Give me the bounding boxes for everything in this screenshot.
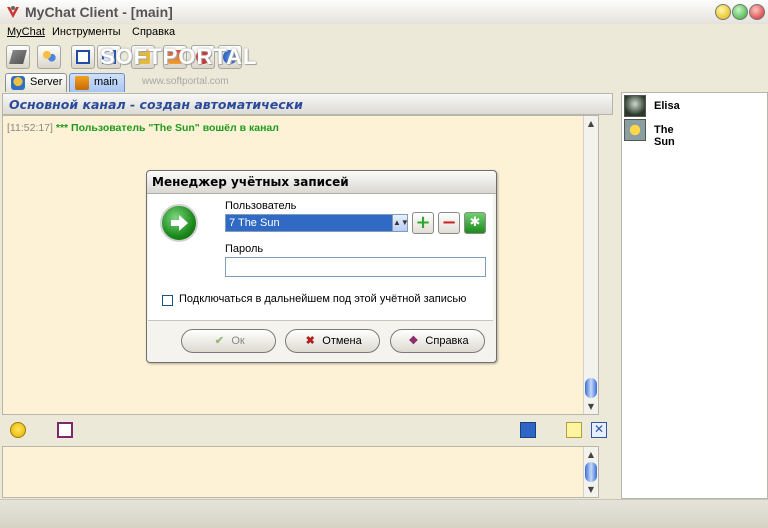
save-icon[interactable] bbox=[520, 422, 536, 438]
new-document-icon[interactable] bbox=[566, 422, 582, 438]
title-bar: MyChat Client - [main] bbox=[0, 0, 768, 25]
watermark-url: www.softportal.com bbox=[142, 76, 229, 87]
message-input[interactable]: ▲ ▼ bbox=[2, 446, 599, 498]
channel-header: Основной канал - создан автоматически bbox=[2, 93, 613, 115]
book-icon[interactable] bbox=[57, 422, 73, 438]
user-name: Elisa bbox=[654, 100, 680, 112]
chevron-down-icon[interactable]: ▲▼ bbox=[392, 215, 409, 231]
tab-main[interactable]: main bbox=[69, 73, 125, 92]
avatar bbox=[624, 119, 646, 141]
input-toolbar: ✕ bbox=[2, 417, 613, 445]
checkmark-icon: ✔ bbox=[214, 335, 224, 347]
ok-button[interactable]: ✔ Ок bbox=[181, 329, 276, 353]
message-text: *** Пользователь "The Sun" вошёл в канал bbox=[55, 122, 279, 134]
dialog-title-bar: Менеджер учётных записей bbox=[147, 171, 496, 194]
menu-tools[interactable]: Инструменты bbox=[52, 26, 121, 38]
chat-message: [11:52:17] *** Пользователь "The Sun" во… bbox=[7, 122, 279, 134]
scroll-thumb[interactable] bbox=[585, 378, 597, 398]
users-icon bbox=[42, 50, 56, 64]
input-scrollbar[interactable]: ▲ ▼ bbox=[583, 447, 598, 497]
status-bar bbox=[0, 499, 768, 528]
scroll-up-icon[interactable]: ▲ bbox=[585, 117, 597, 130]
dialog-body: Пользователь 7 The Sun ▲▼ + − ✱ Пароль П… bbox=[148, 194, 493, 321]
user-select-value: 7 The Sun bbox=[229, 217, 280, 229]
settings-gear-icon: ✱ bbox=[469, 215, 481, 230]
edit-user-button[interactable]: ✱ bbox=[464, 212, 486, 234]
server-icon bbox=[11, 76, 25, 90]
window-title: MyChat Client - [main] bbox=[25, 4, 173, 20]
channel-topic: Основной канал - создан автоматически bbox=[9, 97, 303, 112]
password-field[interactable] bbox=[225, 257, 486, 277]
minus-icon: − bbox=[441, 212, 457, 233]
tab-server[interactable]: Server bbox=[5, 73, 67, 92]
remember-label: Подключаться в дальнейшем под этой учётн… bbox=[179, 293, 467, 305]
plus-icon: + bbox=[415, 212, 431, 233]
password-label: Пароль bbox=[225, 243, 264, 255]
cross-icon: ✖ bbox=[305, 335, 315, 347]
remove-user-button[interactable]: − bbox=[438, 212, 460, 234]
scroll-down-icon[interactable]: ▼ bbox=[585, 483, 597, 496]
window-button[interactable] bbox=[71, 45, 95, 69]
cancel-button-label: Отмена bbox=[322, 335, 362, 347]
dialog-title: Менеджер учётных записей bbox=[152, 175, 349, 189]
account-manager-dialog: Менеджер учётных записей Пользователь 7 … bbox=[146, 170, 497, 363]
users-button[interactable] bbox=[37, 45, 61, 69]
menu-mychat[interactable]: MyChat bbox=[7, 26, 45, 38]
menu-bar: MyChat Инструменты Справка bbox=[0, 24, 768, 42]
mychat-app-icon bbox=[7, 6, 19, 18]
user-list: Elisa The Sun bbox=[621, 92, 768, 499]
add-user-button[interactable]: + bbox=[412, 212, 434, 234]
scroll-up-icon[interactable]: ▲ bbox=[585, 448, 597, 461]
remember-checkbox[interactable] bbox=[162, 295, 173, 306]
connect-button[interactable] bbox=[6, 45, 30, 69]
scroll-thumb[interactable] bbox=[585, 462, 597, 482]
channel-icon bbox=[75, 76, 89, 90]
go-arrow-icon bbox=[160, 204, 198, 242]
window-icon bbox=[76, 50, 90, 64]
tab-main-label: main bbox=[94, 76, 118, 88]
user-select[interactable]: 7 The Sun ▲▼ bbox=[225, 214, 409, 232]
avatar bbox=[624, 95, 646, 117]
user-label: Пользователь bbox=[225, 200, 297, 212]
watermark: SOFTPORTAL bbox=[100, 44, 258, 69]
minimize-icon[interactable] bbox=[715, 4, 731, 20]
chat-scrollbar[interactable]: ▲ ▼ bbox=[583, 116, 598, 414]
scroll-down-icon[interactable]: ▼ bbox=[585, 400, 597, 413]
close-icon[interactable] bbox=[749, 4, 765, 20]
maximize-icon[interactable] bbox=[732, 4, 748, 20]
connect-icon bbox=[9, 50, 27, 64]
clear-icon[interactable]: ✕ bbox=[591, 422, 607, 438]
help-button[interactable]: ❖ Справка bbox=[390, 329, 485, 353]
cancel-button[interactable]: ✖ Отмена bbox=[285, 329, 380, 353]
smiley-icon[interactable] bbox=[10, 422, 26, 438]
help-button-label: Справка bbox=[425, 335, 469, 347]
menu-help[interactable]: Справка bbox=[132, 26, 175, 38]
message-timestamp: [11:52:17] bbox=[7, 122, 53, 134]
ok-button-label: Ок bbox=[231, 335, 245, 347]
user-name: The Sun bbox=[654, 124, 675, 148]
book-icon: ❖ bbox=[408, 335, 419, 347]
tab-server-label: Server bbox=[30, 76, 63, 88]
